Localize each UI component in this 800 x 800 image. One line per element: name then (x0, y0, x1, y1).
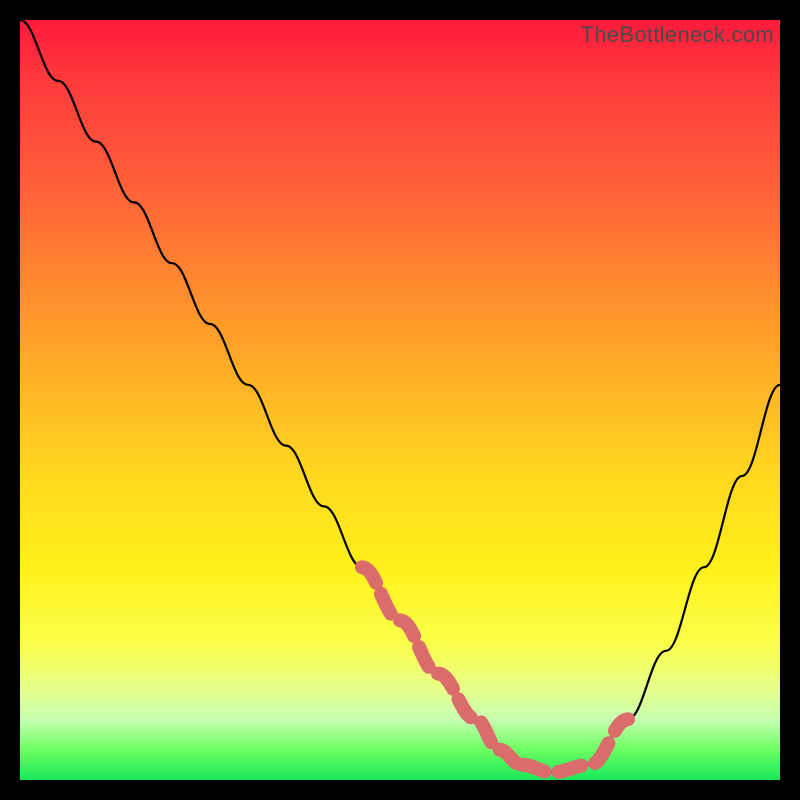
highlight-left-dots (362, 567, 522, 765)
highlight-bottom-dots (522, 719, 628, 772)
curve-line (20, 20, 780, 772)
chart-plot-area: TheBottleneck.com (20, 20, 780, 780)
bottleneck-curve (20, 20, 780, 780)
chart-stage: TheBottleneck.com (0, 0, 800, 800)
